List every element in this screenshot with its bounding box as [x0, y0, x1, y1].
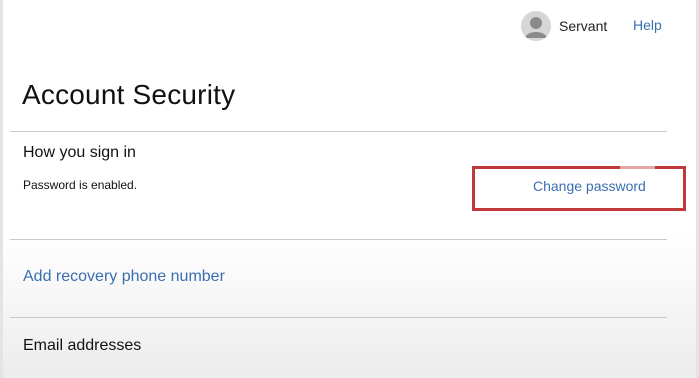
change-password-link[interactable]: Change password [533, 178, 646, 194]
password-status-text: Password is enabled. [23, 178, 138, 192]
account-security-page: Servant Help Account Security How you si… [0, 0, 699, 378]
window-frame-left [0, 0, 3, 378]
username-label: Servant [559, 18, 608, 34]
email-addresses-heading: Email addresses [23, 337, 142, 354]
page-title: Account Security [22, 79, 236, 110]
add-recovery-phone-link[interactable]: Add recovery phone number [23, 268, 225, 286]
divider [10, 131, 667, 132]
user-avatar-icon [521, 11, 551, 41]
user-menu[interactable]: Servant [521, 11, 607, 41]
sign-in-heading: How you sign in [23, 144, 136, 161]
divider [10, 317, 667, 318]
help-link[interactable]: Help [633, 17, 662, 33]
divider [10, 239, 667, 240]
